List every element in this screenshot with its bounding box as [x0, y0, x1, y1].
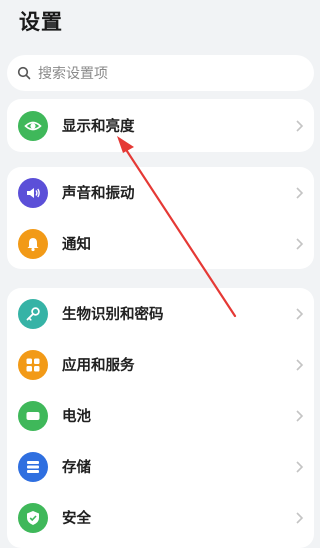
settings-group-display: 显示和亮度: [7, 99, 314, 152]
chevron-right-icon: [294, 358, 304, 372]
settings-item-apps-services[interactable]: 应用和服务: [7, 339, 314, 390]
chevron-right-icon: [294, 307, 304, 321]
settings-item-label: 应用和服务: [62, 358, 135, 374]
settings-item-notifications[interactable]: 通知: [7, 218, 314, 269]
chevron-right-icon: [294, 119, 304, 133]
search-placeholder: 搜索设置项: [38, 66, 108, 82]
settings-item-label: 通知: [62, 237, 91, 253]
shield-icon: [18, 502, 48, 533]
storage-icon: [18, 451, 48, 482]
settings-item-label: 声音和振动: [62, 186, 135, 202]
settings-item-battery[interactable]: 电池: [7, 390, 314, 441]
eye-icon: [18, 110, 48, 141]
settings-item-sound-vibration[interactable]: 声音和振动: [7, 167, 314, 218]
settings-item-label: 存储: [62, 460, 91, 476]
settings-group-system: 生物识别和密码 应用和服务 电池 存储 安全: [7, 288, 314, 548]
settings-item-label: 电池: [62, 409, 91, 425]
settings-item-display-brightness[interactable]: 显示和亮度: [7, 99, 314, 152]
apps-icon: [18, 349, 48, 380]
chevron-right-icon: [294, 186, 304, 200]
chevron-right-icon: [294, 511, 304, 525]
chevron-right-icon: [294, 237, 304, 251]
settings-item-security[interactable]: 安全: [7, 492, 314, 543]
battery-icon: [18, 400, 48, 431]
settings-item-label: 显示和亮度: [62, 119, 135, 135]
chevron-right-icon: [294, 409, 304, 423]
page-title: 设置: [19, 10, 63, 34]
settings-item-storage[interactable]: 存储: [7, 441, 314, 492]
settings-group-sound: 声音和振动 通知: [7, 167, 314, 269]
search-bar[interactable]: 搜索设置项: [7, 55, 314, 91]
settings-item-label: 安全: [62, 511, 91, 527]
key-icon: [18, 298, 48, 329]
settings-item-label: 生物识别和密码: [62, 307, 164, 323]
chevron-right-icon: [294, 460, 304, 474]
speaker-icon: [18, 177, 48, 208]
settings-item-biometrics-password[interactable]: 生物识别和密码: [7, 288, 314, 339]
bell-icon: [18, 228, 48, 259]
search-icon: [17, 66, 31, 80]
